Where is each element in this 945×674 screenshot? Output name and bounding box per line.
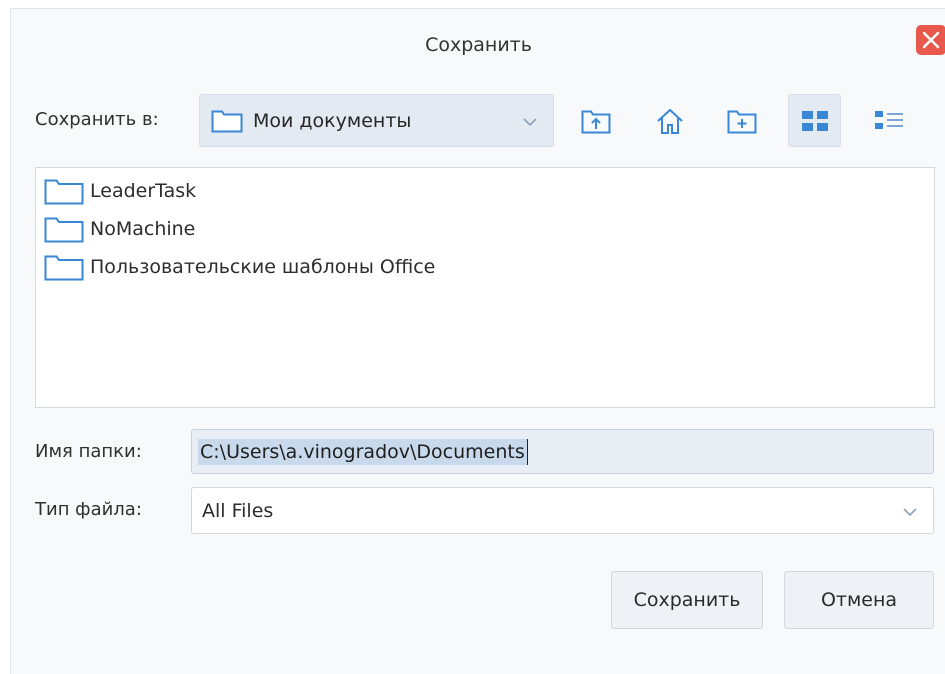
list-item[interactable]: LeaderTask <box>44 176 196 206</box>
dialog-title: Сохранить <box>425 34 532 56</box>
file-list[interactable]: LeaderTask NoMachine Пользовательские ша… <box>35 167 935 408</box>
home-icon <box>656 108 683 134</box>
list-item-label: NoMachine <box>90 218 196 240</box>
home-button[interactable] <box>643 94 696 147</box>
details-view-icon <box>874 110 903 129</box>
new-folder-icon <box>727 110 756 133</box>
list-item-label: Пользовательские шаблоны Office <box>90 256 436 278</box>
grid-view-button[interactable] <box>788 94 841 147</box>
save-dialog: Сохранить Сохранить в: Мои документы Lea… <box>10 8 945 674</box>
chevron-down-icon <box>523 118 537 127</box>
folder-icon <box>44 255 84 281</box>
file-type-value: All Files <box>202 499 274 522</box>
folder-icon <box>211 110 243 133</box>
up-folder-button[interactable] <box>569 94 622 147</box>
list-item-label: LeaderTask <box>90 180 197 202</box>
close-icon <box>922 31 940 49</box>
cancel-button[interactable]: Отмена <box>784 571 934 629</box>
folder-name-input[interactable]: C:\Users\a.vinogradov\Documents <box>191 429 934 474</box>
new-folder-button[interactable] <box>715 94 768 147</box>
title-bar: Сохранить <box>11 9 945 81</box>
folder-icon <box>44 179 84 205</box>
list-item[interactable]: Пользовательские шаблоны Office <box>44 252 435 282</box>
details-view-button[interactable] <box>862 94 915 147</box>
grid-view-icon <box>801 110 828 131</box>
location-combobox[interactable]: Мои документы <box>199 94 554 147</box>
close-button[interactable] <box>916 25 945 55</box>
save-button[interactable]: Сохранить <box>611 571 763 629</box>
folder-name-label: Имя папки: <box>35 441 142 462</box>
folder-name-value: C:\Users\a.vinogradov\Documents <box>198 438 528 465</box>
list-item[interactable]: NoMachine <box>44 214 195 244</box>
file-type-select[interactable]: All Files <box>191 487 934 534</box>
chevron-down-icon <box>903 508 917 517</box>
folder-up-icon <box>581 110 610 133</box>
save-in-label: Сохранить в: <box>35 109 159 130</box>
file-type-label: Тип файла: <box>35 499 142 520</box>
folder-icon <box>44 217 84 243</box>
location-value: Мои документы <box>253 109 412 132</box>
